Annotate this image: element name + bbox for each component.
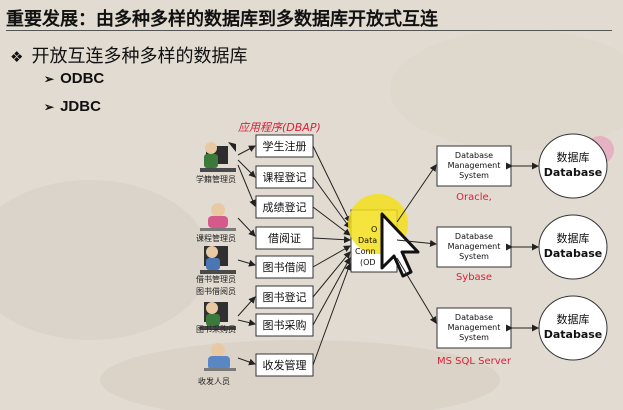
person-icon — [200, 142, 236, 172]
app-box-course-register: 课程登记 — [255, 165, 314, 189]
db-label-en: Database — [544, 247, 603, 260]
db-label-en: Database — [544, 328, 603, 341]
person-connectors — [237, 145, 256, 366]
dbms-line: System — [459, 171, 489, 180]
dbms-line: System — [459, 252, 489, 261]
app-box-label: 课程登记 — [263, 170, 307, 184]
app-box-book-borrow: 图书借阅 — [255, 255, 314, 279]
app-box-label: 图书采购 — [263, 318, 307, 332]
dbms-box-mssql: Database Management System — [436, 307, 512, 349]
app-box-label: 学生注册 — [263, 139, 307, 153]
person-icon — [204, 343, 236, 371]
person-label: 收发人员 — [198, 376, 230, 386]
person-label: 学籍管理员 — [196, 174, 236, 184]
dbms-line: Management — [448, 242, 501, 251]
dbms-line: Database — [455, 151, 493, 160]
vendor-label-oracle: Oracle, — [456, 192, 492, 203]
app-box-label: 借阅证 — [268, 232, 301, 245]
app-box-grade-register: 成绩登记 — [255, 195, 314, 219]
person-label: 借书管理员 — [196, 274, 236, 284]
dbms-db-connectors — [506, 162, 539, 332]
dbms-line: Database — [455, 313, 493, 322]
db-label-en: Database — [544, 166, 603, 179]
odbc-line: Conn — [355, 247, 376, 256]
db-label-cn: 数据库 — [557, 150, 590, 164]
app-box-label: 图书登记 — [263, 290, 307, 304]
app-box-library-card: 借阅证 — [255, 226, 314, 250]
person-icon — [200, 246, 236, 274]
vendor-label-mssql: MS SQL Server — [437, 356, 512, 367]
person-icon — [200, 203, 236, 231]
app-box-book-purchase: 图书采购 — [255, 313, 314, 337]
person-label: 图书借阅员 — [196, 286, 236, 296]
app-box-mail-management: 收发管理 — [255, 353, 314, 377]
database-circle-sybase: 数据库 Database — [538, 214, 608, 280]
dbms-line: System — [459, 333, 489, 342]
db-label-cn: 数据库 — [557, 231, 590, 245]
dbms-line: Management — [448, 323, 501, 332]
app-label: 应用程序(DBAP) — [238, 121, 321, 134]
dbms-box-sybase: Database Management System — [436, 226, 512, 268]
database-circle-mssql: 数据库 Database — [538, 295, 608, 361]
app-box-label: 图书借阅 — [263, 261, 307, 274]
app-box-book-register: 图书登记 — [255, 285, 314, 309]
app-odbc-connectors — [312, 145, 352, 366]
database-circle-oracle: 数据库 Database — [538, 133, 608, 199]
app-box-label: 收发管理 — [263, 358, 307, 372]
app-box-label: 成绩登记 — [263, 200, 307, 214]
person-label: 课程管理员 — [196, 233, 236, 243]
dbap-odbc-diagram: 应用程序(DBAP) 学籍管理员 课程管理员 借书管理员 图书借阅员 图书采购员… — [196, 121, 608, 386]
db-label-cn: 数据库 — [557, 312, 590, 326]
odbc-line: (OD — [360, 258, 376, 267]
dbms-line: Database — [455, 232, 493, 241]
app-box-student-register: 学生注册 — [255, 134, 314, 158]
odbc-line: Data — [358, 236, 377, 245]
odbc-line: O — [371, 225, 377, 234]
vendor-label-sybase: Sybase — [456, 272, 492, 283]
dbms-box-oracle: Database Management System — [436, 145, 512, 187]
person-label: 图书采购员 — [196, 324, 236, 334]
dbms-line: Management — [448, 161, 501, 170]
